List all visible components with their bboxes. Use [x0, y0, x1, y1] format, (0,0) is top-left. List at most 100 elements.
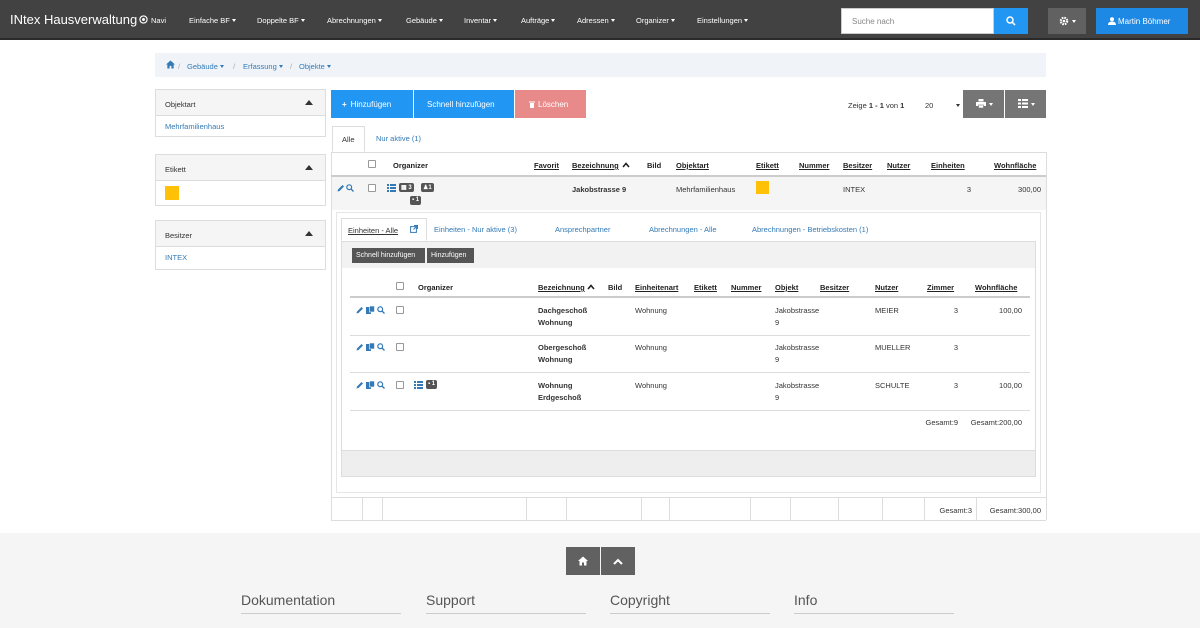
column-header-label: Bezeichnung: [572, 161, 619, 170]
sub-column-header-nutzer[interactable]: Nutzer: [875, 283, 898, 292]
filter-panel-header[interactable]: Besitzer: [156, 221, 325, 247]
sub-row-bezeichnung-line2[interactable]: Erdgeschoß: [538, 393, 581, 402]
persons-badge[interactable]: ♟1: [421, 183, 434, 192]
sub-column-header-zimmer[interactable]: Zimmer: [927, 283, 954, 292]
edit-pencil-icon[interactable]: [356, 381, 364, 389]
subtab-abrechnungen-alle[interactable]: Abrechnungen - Alle: [649, 225, 717, 234]
nav-item-navi[interactable]: Navi: [139, 15, 166, 25]
select-all-checkbox[interactable]: [368, 160, 376, 168]
documents-badge[interactable]: ▪ 1: [426, 380, 438, 389]
home-icon[interactable]: [166, 60, 175, 69]
row-checkbox[interactable]: [368, 184, 376, 192]
filter-panel-header[interactable]: Etikett: [156, 155, 325, 181]
add-button[interactable]: + Hinzufügen: [331, 90, 413, 118]
view-search-icon[interactable]: [377, 343, 385, 351]
nav-item-einfache-bf[interactable]: Einfache BF: [189, 16, 236, 25]
nav-item-inventar[interactable]: Inventar: [464, 16, 498, 25]
collapse-up-icon[interactable]: [305, 165, 313, 170]
sub-row-bezeichnung-line2[interactable]: Wohnung: [538, 318, 572, 327]
sub-row-bezeichnung-line1[interactable]: Dachgeschoß: [538, 306, 587, 315]
quick-add-button[interactable]: Schnell hinzufügen: [414, 90, 514, 118]
nav-item-auftraege[interactable]: Aufträge: [521, 16, 556, 25]
sub-column-header-bezeichnung[interactable]: Bezeichnung: [538, 283, 595, 292]
settings-dropdown-button[interactable]: [1048, 8, 1086, 34]
breadcrumb-item-gebaeude[interactable]: Gebäude: [187, 62, 224, 71]
nav-item-einstellungen[interactable]: Einstellungen: [697, 16, 749, 25]
caret-down-icon: [956, 104, 960, 107]
edit-pencil-icon[interactable]: [356, 306, 364, 314]
edit-pencil-icon[interactable]: [356, 343, 364, 351]
scroll-top-button[interactable]: [601, 547, 635, 575]
sub-column-header-objekt[interactable]: Objekt: [775, 283, 798, 292]
column-header-etikett[interactable]: Etikett: [756, 161, 779, 170]
nav-item-gebaeude[interactable]: Gebäude: [406, 16, 443, 25]
search-input[interactable]: [841, 8, 994, 34]
subtab-einheiten-alle[interactable]: Einheiten - Alle: [341, 218, 427, 241]
column-header-organizer[interactable]: Organizer: [393, 161, 428, 170]
units-badge[interactable]: ▦ 3: [399, 183, 414, 192]
copy-icon[interactable]: [366, 343, 375, 351]
print-dropdown-button[interactable]: [963, 90, 1004, 118]
column-header-nutzer[interactable]: Nutzer: [887, 161, 910, 170]
list-icon[interactable]: [414, 381, 423, 389]
column-header-nummer[interactable]: Nummer: [799, 161, 829, 170]
tab-nur-aktive[interactable]: Nur aktive (1): [376, 134, 421, 143]
row-checkbox[interactable]: [396, 381, 404, 389]
column-header-favorit[interactable]: Favorit: [534, 161, 559, 170]
row-checkbox[interactable]: [396, 343, 404, 351]
top-navbar: INtex Hausverwaltung Navi Einfache BF Do…: [0, 0, 1200, 40]
subtab-einheiten-nur-aktive[interactable]: Einheiten - Nur aktive (3): [434, 225, 517, 234]
row-checkbox[interactable]: [396, 306, 404, 314]
column-header-objektart[interactable]: Objektart: [676, 161, 709, 170]
nav-item-adressen[interactable]: Adressen: [577, 16, 615, 25]
sub-column-header-besitzer[interactable]: Besitzer: [820, 283, 849, 292]
search-button[interactable]: [994, 8, 1028, 34]
view-search-icon[interactable]: [377, 381, 385, 389]
sub-row-bezeichnung-line1[interactable]: Wohnung: [538, 381, 572, 390]
nav-item-doppelte-bf[interactable]: Doppelte BF: [257, 16, 305, 25]
breadcrumb-label: Objekte: [299, 62, 325, 71]
row-bezeichnung[interactable]: Jakobstrasse 9: [572, 185, 626, 194]
column-header-besitzer[interactable]: Besitzer: [843, 161, 872, 170]
documents-badge[interactable]: ▪ 1: [410, 196, 422, 205]
page-size-select[interactable]: 20: [918, 97, 960, 111]
view-search-icon[interactable]: [346, 184, 354, 192]
columns-dropdown-button[interactable]: [1005, 90, 1046, 118]
breadcrumb-item-erfassung[interactable]: Erfassung: [243, 62, 283, 71]
sub-column-header-einheitenart[interactable]: Einheitenart: [635, 283, 678, 292]
collapse-up-icon[interactable]: [305, 231, 313, 236]
user-menu-button[interactable]: Martin Böhmer: [1096, 8, 1188, 34]
external-link-icon[interactable]: [410, 225, 418, 233]
copy-icon[interactable]: [366, 381, 375, 389]
column-header-einheiten[interactable]: Einheiten: [931, 161, 965, 170]
sub-add-button[interactable]: Hinzufügen: [427, 248, 474, 263]
subtab-abrechnungen-betriebskosten[interactable]: Abrechnungen - Betriebskosten (1): [752, 225, 868, 234]
sub-row-bezeichnung-line2[interactable]: Wohnung: [538, 355, 572, 364]
tab-alle[interactable]: Alle: [332, 126, 365, 152]
sub-column-header-wohnflaeche[interactable]: Wohnfläche: [975, 283, 1017, 292]
sub-select-all-checkbox[interactable]: [396, 282, 404, 290]
breadcrumb-item-objekte[interactable]: Objekte: [299, 62, 331, 71]
copy-icon[interactable]: [366, 306, 375, 314]
sub-quick-add-button[interactable]: Schnell hinzufügen: [352, 248, 425, 263]
sub-row-bezeichnung-line1[interactable]: Obergeschoß: [538, 343, 586, 352]
home-button[interactable]: [566, 547, 600, 575]
view-search-icon[interactable]: [377, 306, 385, 314]
brand-title[interactable]: INtex Hausverwaltung: [10, 12, 137, 27]
filter-value-link[interactable]: INTEX: [165, 253, 187, 262]
nav-item-abrechnungen[interactable]: Abrechnungen: [327, 16, 382, 25]
filter-value-link[interactable]: Mehrfamilienhaus: [165, 122, 224, 131]
label-color-swatch[interactable]: [165, 186, 179, 200]
column-header-wohnflaeche[interactable]: Wohnfläche: [994, 161, 1036, 170]
column-header-bezeichnung[interactable]: Bezeichnung: [572, 161, 630, 170]
nav-item-organizer[interactable]: Organizer: [636, 16, 675, 25]
list-icon[interactable]: [387, 184, 396, 192]
subtab-ansprechpartner[interactable]: Ansprechpartner: [555, 225, 610, 234]
delete-button[interactable]: Löschen: [515, 90, 586, 118]
filter-panel-header[interactable]: Objektart: [156, 90, 325, 116]
collapse-up-icon[interactable]: [305, 100, 313, 105]
sub-column-header-organizer[interactable]: Organizer: [418, 283, 453, 292]
edit-pencil-icon[interactable]: [337, 184, 345, 192]
sub-column-header-etikett[interactable]: Etikett: [694, 283, 717, 292]
sub-column-header-nummer[interactable]: Nummer: [731, 283, 761, 292]
